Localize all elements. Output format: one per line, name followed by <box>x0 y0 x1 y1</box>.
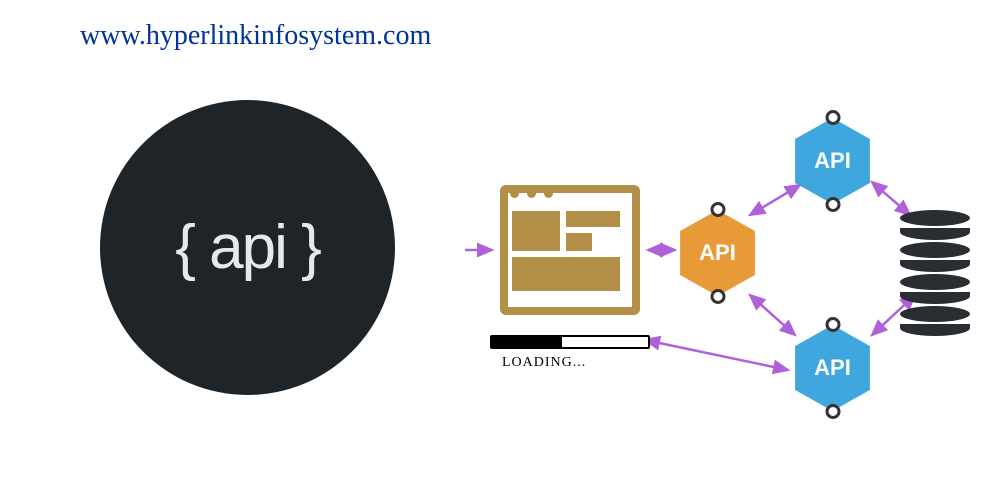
port-icon <box>710 289 725 304</box>
db-disk <box>900 210 970 226</box>
db-disk <box>900 306 970 322</box>
browser-dot <box>544 189 553 198</box>
api-flow-diagram: LOADING... API API API <box>460 110 980 460</box>
db-disk <box>900 274 970 290</box>
layout-block <box>566 233 592 251</box>
port-icon <box>710 202 725 217</box>
api-node-center: API <box>680 210 755 296</box>
arrow-center-bottom <box>750 295 795 335</box>
db-disk <box>900 228 970 240</box>
layout-block <box>566 211 620 227</box>
db-disk <box>900 260 970 272</box>
api-node-label: API <box>699 240 736 266</box>
layout-block <box>512 257 620 291</box>
port-icon <box>825 317 840 332</box>
browser-layout <box>512 211 620 299</box>
port-icon <box>825 197 840 212</box>
browser-controls <box>510 189 553 198</box>
loading-fill <box>492 337 562 347</box>
browser-dot <box>510 189 519 198</box>
api-node-top: API <box>795 118 870 204</box>
api-node-label: API <box>814 148 851 174</box>
api-node-label: API <box>814 355 851 381</box>
api-node-bottom: API <box>795 325 870 411</box>
website-url[interactable]: www.hyperlinkinfosystem.com <box>80 20 431 52</box>
db-disk <box>900 242 970 258</box>
layout-block <box>512 211 560 251</box>
loading-label: LOADING... <box>502 355 586 371</box>
port-icon <box>825 110 840 125</box>
arrow-center-top <box>750 185 800 215</box>
browser-window <box>500 185 640 315</box>
port-icon <box>825 404 840 419</box>
api-badge-circle: { api } <box>100 100 395 395</box>
browser-dot <box>527 189 536 198</box>
arrow-browser-bottom <box>645 340 788 370</box>
api-badge-text: { api } <box>175 212 320 283</box>
database-icon <box>900 210 970 290</box>
loading-progress-bar <box>490 335 650 349</box>
